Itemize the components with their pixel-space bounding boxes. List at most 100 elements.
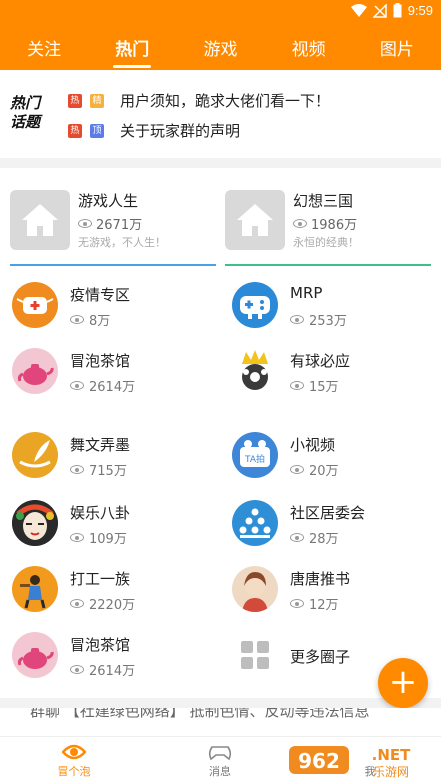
nav-bubble[interactable]: 冒个泡 [34, 741, 114, 779]
svg-text:乐游网: 乐游网 [373, 765, 409, 779]
featured-title: 游戏人生 [78, 192, 139, 210]
wifi-icon [350, 3, 367, 17]
home-icon [225, 190, 285, 250]
featured-underline [10, 264, 216, 266]
circle-item[interactable]: 社区居委会 28万 [220, 494, 436, 554]
circle-views: 715万 [70, 460, 127, 479]
circle-views: 2220万 [70, 594, 135, 613]
hot-logo-line1: 热门 [10, 94, 41, 112]
circle-views: 20万 [290, 460, 339, 479]
hot-topics-logo: 热门 话题 [10, 94, 54, 132]
circle-views: 12万 [290, 594, 339, 613]
eye-icon [290, 599, 304, 608]
svg-text:.NET: .NET [372, 746, 411, 764]
teapot-icon [12, 348, 58, 394]
circle-item[interactable]: TA拍 小视频 20万 [220, 426, 436, 486]
circle-views: 2614万 [70, 660, 135, 679]
featured-underline [225, 264, 431, 266]
eye-icon [290, 315, 304, 324]
gamepad-icon [208, 746, 232, 761]
circle-item[interactable]: 冒泡茶馆 2614万 [0, 342, 216, 402]
featured-tag: 精 [90, 93, 104, 108]
featured-circle[interactable]: 幻想三国 1986万 永恒的经典！ [225, 186, 431, 266]
ticker-text: 群聊 【社建绿色网络】 抵制色情、反动等违法信息 [30, 708, 370, 720]
nav-bubble-label: 冒个泡 [57, 765, 91, 778]
football-crown-icon [232, 348, 278, 394]
girl-portrait-icon [232, 566, 278, 612]
eye-icon [70, 315, 84, 324]
circle-views: 15万 [290, 376, 339, 395]
circle-item[interactable]: 疫情专区 8万 [0, 276, 216, 336]
featured-desc: 永恒的经典！ [293, 236, 359, 249]
hot-logo-line2: 话题 [10, 113, 41, 131]
circles-panel: 游戏人生 2671万 无游戏，不人生！ 幻想三国 1986万 永恒的经典！ 疫情… [0, 168, 441, 698]
camera-icon: TA拍 [232, 432, 278, 478]
circle-item[interactable]: 唐唐推书 12万 [220, 560, 436, 620]
circle-name: 唐唐推书 [290, 570, 351, 588]
svg-text:962: 962 [298, 749, 340, 773]
status-time: 9:59 [407, 3, 433, 18]
home-icon [10, 190, 70, 250]
eye-icon [70, 665, 84, 674]
pinned-tag: 顶 [90, 123, 104, 138]
nav-messages[interactable]: 消息 [180, 741, 260, 779]
tab-videos[interactable]: 视频 [279, 29, 339, 66]
topic-item[interactable]: 热 精 用户须知，跪求大佬们看一下！ [68, 90, 330, 111]
circle-name: 冒泡茶馆 [70, 352, 131, 370]
eye-icon [290, 533, 304, 542]
top-nav: 关注 热门 游戏 视频 图片 [0, 24, 441, 70]
hot-tag: 热 [68, 123, 82, 138]
featured-desc: 无游戏，不人生！ [78, 236, 166, 249]
tab-images[interactable]: 图片 [367, 29, 427, 66]
circle-views: 8万 [70, 310, 110, 329]
circle-name: 舞文弄墨 [70, 436, 131, 454]
announcement-ticker[interactable]: 群聊 【社建绿色网络】 抵制色情、反动等违法信息 [0, 708, 441, 736]
eye-icon [70, 533, 84, 542]
featured-title: 幻想三国 [293, 192, 354, 210]
community-icon [232, 500, 278, 546]
nav-messages-label: 消息 [209, 765, 231, 778]
circle-views: 28万 [290, 528, 339, 547]
circle-item[interactable]: 打工一族 2220万 [0, 560, 216, 620]
circle-name: 小视频 [290, 436, 336, 454]
status-icons: 9:59 [350, 3, 433, 18]
eye-icon [70, 599, 84, 608]
quill-icon [12, 432, 58, 478]
circle-item[interactable]: 冒泡茶馆 2614万 [0, 626, 216, 686]
circle-views: 253万 [290, 310, 347, 329]
circle-views: 109万 [70, 528, 127, 547]
site-watermark-logo: 962 .NET 乐游网 [289, 746, 411, 779]
eye-icon [70, 465, 84, 474]
circle-name: 打工一族 [70, 570, 131, 588]
tab-games[interactable]: 游戏 [190, 29, 250, 66]
tab-follow[interactable]: 关注 [14, 29, 74, 66]
circle-name: 有球必应 [290, 352, 351, 370]
circle-name: 社区居委会 [290, 504, 366, 522]
circle-item[interactable]: MRP 253万 [220, 276, 436, 336]
circle-item[interactable]: 舞文弄墨 715万 [0, 426, 216, 486]
mask-icon [12, 282, 58, 328]
battery-icon [393, 3, 402, 18]
eye-icon [293, 219, 307, 228]
circle-name: 疫情专区 [70, 286, 131, 304]
featured-views: 2671万 [78, 214, 142, 233]
topic-item[interactable]: 热 顶 关于玩家群的声明 [68, 120, 240, 141]
circle-item[interactable]: 有球必应 15万 [220, 342, 436, 402]
eye-icon [290, 465, 304, 474]
grid-icon [232, 632, 278, 678]
hot-topics-panel: 热门 话题 热 精 用户须知，跪求大佬们看一下！ 热 顶 关于玩家群的声明 [0, 70, 441, 158]
eye-icon [62, 744, 86, 760]
signal-off-icon [372, 3, 387, 18]
bottom-nav: 冒个泡 消息 我 962 .NET 乐游网 [0, 736, 441, 784]
featured-views: 1986万 [293, 214, 357, 233]
gamepad-icon [232, 282, 278, 328]
svg-text:TA拍: TA拍 [244, 453, 265, 465]
teapot-icon [12, 632, 58, 678]
featured-circle[interactable]: 游戏人生 2671万 无游戏，不人生！ [10, 186, 216, 266]
add-post-button[interactable]: + [378, 658, 428, 708]
topic-title: 用户须知，跪求大佬们看一下！ [120, 92, 331, 110]
circle-name: 娱乐八卦 [70, 504, 131, 522]
tab-hot[interactable]: 热门 [102, 29, 162, 66]
circle-item[interactable]: 娱乐八卦 109万 [0, 494, 216, 554]
circle-name: MRP [290, 284, 323, 302]
